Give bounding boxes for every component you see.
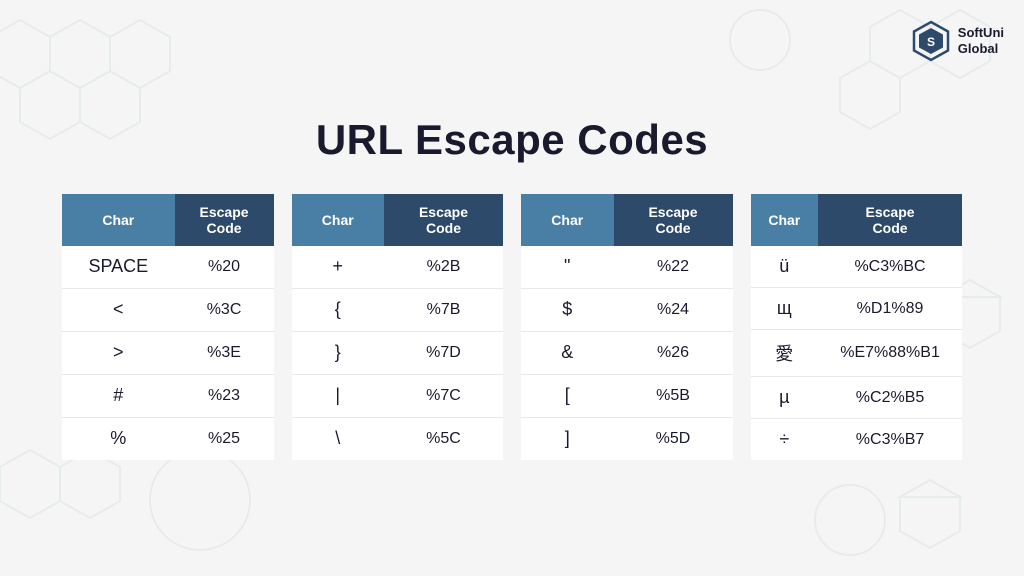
escape-code-cell: %3E	[175, 331, 274, 374]
escape-code-cell: %5B	[614, 374, 733, 417]
char-cell: [	[521, 374, 614, 417]
char-cell: |	[292, 374, 385, 417]
column-header-escape-code: EscapeCode	[614, 194, 733, 246]
table-row: ÷%C3%B7	[751, 419, 963, 461]
char-cell: ]	[521, 417, 614, 460]
logo: S SoftUni Global	[910, 20, 1004, 62]
column-header-char: Char	[751, 194, 819, 246]
table-row: [%5B	[521, 374, 733, 417]
column-header-escape-code: EscapeCode	[175, 194, 274, 246]
table-row: $%24	[521, 288, 733, 331]
escape-code-cell: %25	[175, 417, 274, 460]
table-row: &%26	[521, 331, 733, 374]
char-cell: µ	[751, 377, 819, 419]
softuni-logo-icon: S	[910, 20, 952, 62]
svg-text:S: S	[927, 35, 935, 49]
escape-code-cell: %20	[175, 246, 274, 288]
escape-table-3: CharEscapeCode"%22$%24&%26[%5B]%5D	[521, 194, 733, 460]
table-row: }%7D	[292, 331, 504, 374]
table-row: <%3C	[62, 288, 274, 331]
table-row: "%22	[521, 246, 733, 288]
table-row: ü%C3%BC	[751, 246, 963, 288]
escape-table-1: CharEscapeCodeSPACE%20<%3C>%3E#%23%%25	[62, 194, 274, 460]
table-row: SPACE%20	[62, 246, 274, 288]
char-cell: ÷	[751, 419, 819, 461]
escape-table-4: CharEscapeCodeü%C3%BCщ%D1%89愛%E7%88%B1µ%…	[751, 194, 963, 460]
logo-text: SoftUni Global	[958, 25, 1004, 56]
escape-code-cell: %24	[614, 288, 733, 331]
escape-code-cell: %C3%BC	[818, 246, 962, 288]
char-cell: #	[62, 374, 175, 417]
escape-code-cell: %7D	[384, 331, 503, 374]
column-header-escape-code: EscapeCode	[818, 194, 962, 246]
table-row: +%2B	[292, 246, 504, 288]
char-cell: {	[292, 288, 385, 331]
table-row: ]%5D	[521, 417, 733, 460]
escape-code-cell: %5D	[614, 417, 733, 460]
escape-code-cell: %D1%89	[818, 288, 962, 330]
table-row: µ%C2%B5	[751, 377, 963, 419]
table-row: #%23	[62, 374, 274, 417]
table-row: \%5C	[292, 417, 504, 460]
char-cell: 愛	[751, 330, 819, 377]
table-row: |%7C	[292, 374, 504, 417]
column-header-char: Char	[521, 194, 614, 246]
table-row: {%7B	[292, 288, 504, 331]
escape-code-cell: %23	[175, 374, 274, 417]
char-cell: SPACE	[62, 246, 175, 288]
char-cell: &	[521, 331, 614, 374]
table-row: >%3E	[62, 331, 274, 374]
table-row: щ%D1%89	[751, 288, 963, 330]
escape-code-cell: %5C	[384, 417, 503, 460]
char-cell: <	[62, 288, 175, 331]
char-cell: +	[292, 246, 385, 288]
tables-row: CharEscapeCodeSPACE%20<%3C>%3E#%23%%25Ch…	[62, 194, 962, 460]
escape-code-cell: %7B	[384, 288, 503, 331]
column-header-char: Char	[62, 194, 175, 246]
escape-code-cell: %3C	[175, 288, 274, 331]
char-cell: $	[521, 288, 614, 331]
main-container: URL Escape Codes CharEscapeCodeSPACE%20<…	[32, 96, 992, 480]
page-title: URL Escape Codes	[62, 116, 962, 164]
escape-code-cell: %E7%88%B1	[818, 330, 962, 377]
table-row: 愛%E7%88%B1	[751, 330, 963, 377]
char-cell: щ	[751, 288, 819, 330]
char-cell: }	[292, 331, 385, 374]
escape-code-cell: %C3%B7	[818, 419, 962, 461]
column-header-char: Char	[292, 194, 385, 246]
escape-code-cell: %26	[614, 331, 733, 374]
char-cell: %	[62, 417, 175, 460]
char-cell: "	[521, 246, 614, 288]
escape-code-cell: %22	[614, 246, 733, 288]
column-header-escape-code: EscapeCode	[384, 194, 503, 246]
char-cell: >	[62, 331, 175, 374]
char-cell: ü	[751, 246, 819, 288]
escape-table-2: CharEscapeCode+%2B{%7B}%7D|%7C\%5C	[292, 194, 504, 460]
char-cell: \	[292, 417, 385, 460]
escape-code-cell: %7C	[384, 374, 503, 417]
escape-code-cell: %C2%B5	[818, 377, 962, 419]
table-row: %%25	[62, 417, 274, 460]
escape-code-cell: %2B	[384, 246, 503, 288]
